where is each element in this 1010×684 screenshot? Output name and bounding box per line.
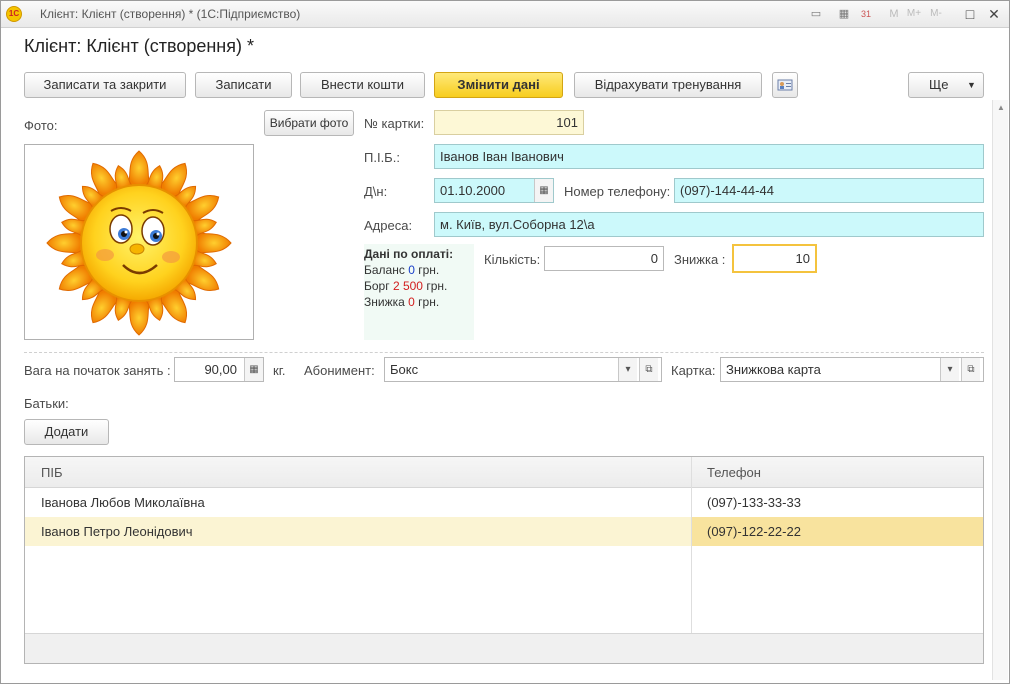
- calendar-picker-icon[interactable]: ▦: [534, 179, 553, 202]
- dob-value: 01.10.2000: [440, 183, 506, 198]
- chevron-down-icon: ▼: [967, 80, 976, 90]
- subscription-select[interactable]: Бокс ▾ ⧉: [384, 357, 662, 382]
- payment-info: Дані по оплаті: Баланс 0 грн. Борг 2 500…: [364, 244, 474, 340]
- contact-card-button[interactable]: [772, 72, 798, 98]
- balance-value: 0: [408, 263, 415, 277]
- save-and-close-button[interactable]: Записати та закрити: [24, 72, 186, 98]
- document-icon[interactable]: ▭: [808, 6, 824, 22]
- calculator-icon[interactable]: ▦: [836, 6, 852, 22]
- table-row-selected[interactable]: Іванов Петро Леонідович (097)-122-22-22: [25, 517, 983, 546]
- quantity-field[interactable]: 0: [544, 246, 664, 271]
- card-label: Картка:: [671, 363, 716, 378]
- m-minus-icon[interactable]: M-: [928, 6, 944, 22]
- weight-label: Вага на початок занять :: [24, 363, 171, 378]
- chevron-down-icon[interactable]: ▾: [618, 358, 637, 381]
- app-logo-icon: 1С: [6, 6, 22, 22]
- client-photo: [24, 144, 254, 340]
- column-header-name[interactable]: ПІБ: [25, 457, 691, 488]
- quantity-label: Кількість:: [484, 252, 541, 267]
- dob-label: Д\н:: [364, 184, 388, 199]
- phone-label: Номер телефону:: [564, 184, 671, 199]
- subscription-value: Бокс: [390, 362, 419, 377]
- parents-label: Батьки:: [24, 396, 69, 411]
- change-data-button[interactable]: Змінити дані: [434, 72, 563, 98]
- add-parent-button[interactable]: Додати: [24, 419, 109, 445]
- dob-field[interactable]: 01.10.2000 ▦: [434, 178, 554, 203]
- choose-photo-button[interactable]: Вибрати фото: [264, 110, 354, 136]
- more-menu-button[interactable]: Ще ▼: [908, 72, 984, 98]
- row-name-cell: Іванова Любов Миколаївна: [41, 495, 205, 510]
- card-number-field[interactable]: 101: [434, 110, 584, 135]
- form-title: Клієнт: Клієнт (створення) *: [24, 36, 254, 56]
- sun-cartoon-image: [46, 150, 232, 336]
- discount-label: Знижка :: [674, 252, 726, 267]
- calendar-icon[interactable]: 31: [858, 6, 874, 22]
- close-button[interactable]: ✕: [984, 4, 1004, 24]
- more-label: Ще: [929, 77, 949, 92]
- phone-field[interactable]: (097)-144-44-44: [674, 178, 984, 203]
- payment-header: Дані по оплаті:: [364, 247, 454, 261]
- address-label: Адреса:: [364, 218, 413, 233]
- subscription-label: Абонимент:: [304, 363, 375, 378]
- table-row[interactable]: Іванова Любов Миколаївна (097)-133-33-33: [25, 488, 983, 517]
- m-plus-icon[interactable]: M+: [906, 6, 922, 22]
- contact-card-icon: [777, 79, 793, 91]
- vertical-scrollbar[interactable]: ▲: [992, 100, 1008, 680]
- name-field[interactable]: Іванов Іван Іванович: [434, 144, 984, 169]
- row-phone-cell: (097)-133-33-33: [707, 495, 801, 510]
- card-value: Знижкова карта: [726, 362, 821, 377]
- debt-line: Борг 2 500 грн.: [364, 279, 448, 293]
- deposit-button[interactable]: Внести кошти: [300, 72, 425, 98]
- card-number-label: № картки:: [364, 116, 425, 131]
- section-divider: [24, 352, 984, 353]
- column-header-phone[interactable]: Телефон: [691, 457, 983, 488]
- table-footer: [25, 633, 983, 663]
- m-icon[interactable]: M: [886, 6, 902, 22]
- row-name-cell: Іванов Петро Леонідович: [41, 524, 193, 539]
- open-icon[interactable]: ⧉: [639, 358, 658, 381]
- scroll-up-icon[interactable]: ▲: [993, 100, 1009, 116]
- debt-value: 2 500: [392, 279, 423, 293]
- table-header: ПІБ Телефон: [25, 457, 983, 488]
- count-training-button[interactable]: Відрахувати тренування: [574, 72, 762, 98]
- weight-field[interactable]: 90,00 ▦: [174, 357, 264, 382]
- open-icon[interactable]: ⧉: [961, 358, 980, 381]
- window-title-bar: 1С Клієнт: Клієнт (створення) * (1С:Підп…: [0, 0, 1010, 28]
- name-label: П.І.Б.:: [364, 150, 400, 165]
- save-button[interactable]: Записати: [195, 72, 292, 98]
- chevron-down-icon[interactable]: ▾: [940, 358, 959, 381]
- photo-label: Фото:: [24, 118, 58, 133]
- maximize-button[interactable]: □: [960, 4, 980, 24]
- card-select[interactable]: Знижкова карта ▾ ⧉: [720, 357, 984, 382]
- row-phone-cell: (097)-122-22-22: [691, 517, 983, 546]
- window-title: Клієнт: Клієнт (створення) * (1С:Підприє…: [40, 7, 301, 21]
- discount-value: 0: [408, 295, 415, 309]
- discount-line: Знижка 0 грн.: [364, 295, 440, 309]
- calculator-icon[interactable]: ▦: [244, 358, 263, 381]
- balance-line: Баланс 0 грн.: [364, 263, 440, 277]
- address-field[interactable]: м. Київ, вул.Соборна 12\а: [434, 212, 984, 237]
- weight-unit: кг.: [273, 363, 286, 378]
- discount-field[interactable]: 10: [732, 244, 817, 273]
- weight-value: 90,00: [204, 362, 237, 377]
- parents-table: ПІБ Телефон Іванова Любов Миколаївна (09…: [24, 456, 984, 664]
